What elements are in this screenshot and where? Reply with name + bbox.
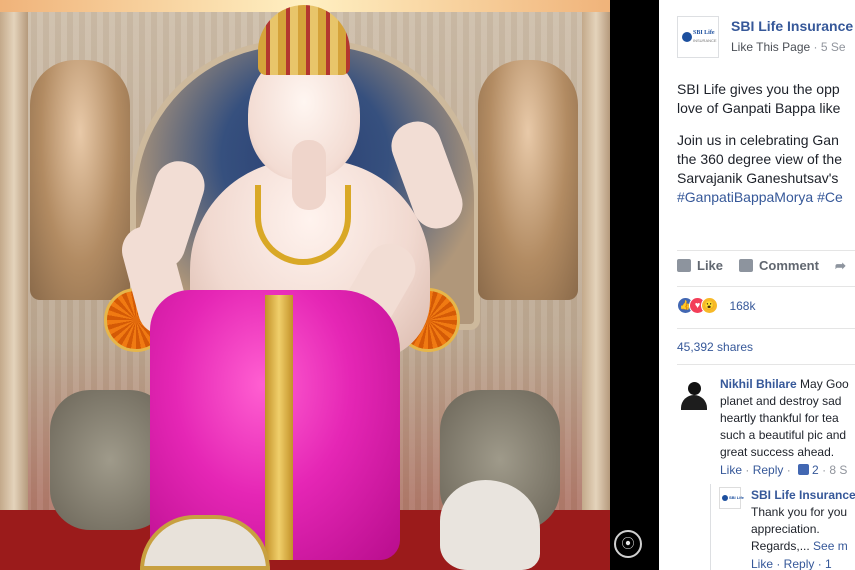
guardian-statue-left [30,60,130,300]
like-label: Like [697,258,724,273]
thumbs-up-icon [677,259,691,272]
pillar-left [0,0,28,570]
footer-dot: · [742,463,753,477]
reply-thread-line [710,484,711,570]
post-text-line: SBI Life gives you the opp [677,81,840,97]
reply-author-link[interactable]: SBI Life Insurance [751,487,855,504]
reply-body: SBI Life Insurance Thank you for you app… [751,487,855,570]
post-text-line: Join us in celebrating Gan [677,132,839,148]
reply-avatar-text: SBI Life [729,495,744,500]
comment-icon [739,259,753,272]
hashtag-links[interactable]: #GanpatiBappaMorya #Ce [677,188,855,207]
wow-reaction-icon: 😮 [701,297,718,315]
idol-gold-sash [265,295,293,560]
page-avatar[interactable]: SBI Life INSURANCE [677,16,719,58]
comment-text: heartly thankful for tea [720,411,839,425]
comment-text: such a beautiful pic and [720,428,847,442]
view-360-icon[interactable]: ⦿ [614,530,642,558]
footer-dot: · [818,463,830,477]
reaction-count[interactable]: 168k [729,299,755,313]
pillar-right [582,0,610,570]
divider [677,250,855,251]
avatar-body [681,395,707,410]
page-header: SBI Life INSURANCE SBI Life Insurance Li… [677,16,855,60]
reply-text-last: Regards,... See m [751,538,855,555]
comment-label: Comment [759,258,819,273]
logo-subtext: INSURANCE [693,38,717,43]
comment-like-link[interactable]: Like [720,463,742,477]
sbi-logo-icon [722,495,728,501]
footer-dot: · [783,463,795,477]
reply-text: Regards,... [751,539,810,553]
divider [677,286,855,287]
post-sidebar: SBI Life INSURANCE SBI Life Insurance Li… [659,0,855,570]
sbi-logo-icon [682,32,692,42]
post-photo[interactable] [0,0,610,570]
reactions-summary[interactable]: 👍 ♥ 😮 168k [677,297,755,317]
thumbs-up-icon [798,464,810,475]
post-message: SBI Life gives you the opp love of Ganpa… [677,80,855,207]
commenter-avatar[interactable] [677,376,711,410]
comment-button[interactable]: Comment [739,258,819,273]
like-button[interactable]: Like [677,258,723,273]
post-paragraph: Join us in celebrating Gan the 360 degre… [677,131,855,207]
like-page-link[interactable]: Like This Page [731,40,810,54]
viewer-gutter [610,0,659,570]
comment-body: Nikhil Bhilare May Goo planet and destro… [720,376,855,479]
reply-text: appreciation. [751,522,820,536]
post-text-line: love of Ganpati Bappa like [677,100,841,116]
reply-text: Thank you for you [751,505,848,519]
divider [677,328,855,329]
reply-footer[interactable]: Like · Reply · 1 [751,556,855,570]
comment-text: planet and destroy sad [720,394,842,408]
comment-like-count[interactable]: 2 [812,463,819,477]
comment-text: great success ahead. [720,445,835,459]
post-text-line: Sarvajanik Ganeshutsav's [677,170,839,186]
comment-text: May Goo [796,377,849,391]
post-timestamp[interactable]: 5 Se [821,40,846,54]
comment-reply-link[interactable]: Reply [753,463,784,477]
see-more-link[interactable]: See m [810,539,848,553]
share-button[interactable]: ➦ [835,258,853,273]
post-text-line: the 360 degree view of the [677,151,843,167]
comment-first-line: Nikhil Bhilare May Goo [720,376,855,393]
meta-separator: · [810,40,821,54]
page-name-link[interactable]: SBI Life Insurance [731,18,853,34]
guardian-statue-right [478,60,578,300]
comment-time[interactable]: 8 S [829,463,847,477]
divider [677,364,855,365]
page-meta: Like This Page · 5 Se [731,40,846,54]
logo-text: SBI Life [693,30,715,36]
reply-avatar[interactable]: SBI Life [719,487,744,509]
share-count-link[interactable]: 45,392 shares [677,340,753,354]
share-arrow-icon: ➦ [835,258,846,273]
avatar-head [688,382,701,395]
comment-footer: Like · Reply · 2 · 8 S [720,462,855,479]
comment-author-link[interactable]: Nikhil Bhilare [720,377,797,391]
